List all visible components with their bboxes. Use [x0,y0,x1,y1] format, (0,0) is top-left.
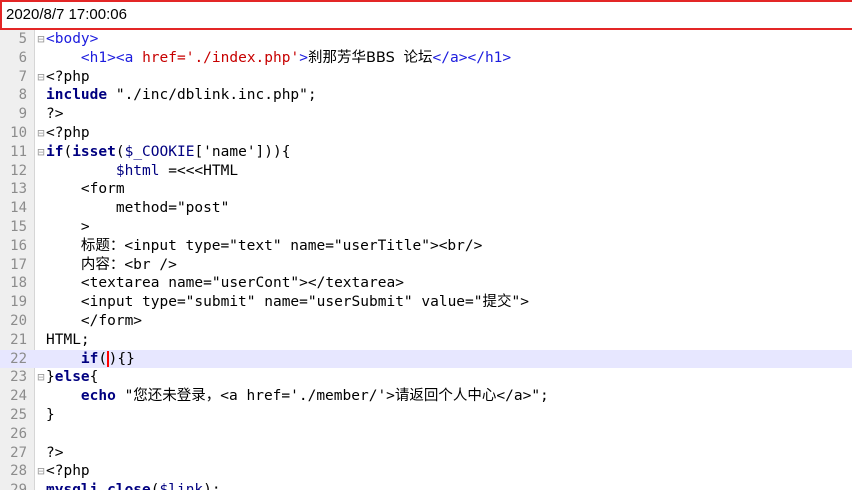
code-text[interactable]: ?> [46,444,63,463]
code-text[interactable]: method="post" [46,199,230,218]
code-text[interactable]: HTML; [46,331,90,350]
fold-marker-icon[interactable]: ⊟ [36,124,46,143]
code-line[interactable]: 11 ⊟ if(isset($_COOKIE['name'])){ [0,143,852,162]
code-line[interactable]: 15 > [0,218,852,237]
code-text[interactable]: <?php [46,462,90,481]
line-number: 5 [18,31,27,47]
code-line[interactable]: 27 ?> [0,444,852,463]
code-line[interactable]: 7 ⊟ <?php [0,68,852,87]
code-text[interactable]: if(){} [46,350,135,369]
line-number: 16 [10,237,27,254]
fold-marker-icon[interactable]: ⊟ [36,143,46,162]
line-number: 27 [10,444,27,461]
code-text[interactable]: <h1><a href='./index.php'>刹那芳华BBS 论坛</a>… [46,49,511,68]
datetime-title-bar: 2020/8/7 17:00:06 [0,0,852,30]
fold-marker-icon[interactable]: ⊟ [36,368,46,387]
code-text[interactable]: <textarea name="userCont"></textarea> [46,274,404,293]
line-number: 24 [10,388,27,405]
code-editor[interactable]: 5 ⊟ <body> 6 <h1><a href='./index.php'>刹那芳华… [0,30,852,490]
code-line[interactable]: 24 echo "您还未登录，<a href='./member/'>请返回个人… [0,387,852,406]
code-line[interactable]: 22 if(){} [0,349,852,369]
line-number: 21 [10,331,27,348]
line-number: 29 [0,481,27,490]
line-number: 9 [18,106,27,123]
code-line[interactable]: 25} [0,406,852,425]
code-line[interactable]: 5 ⊟ <body> [0,30,852,49]
fold-marker-icon[interactable]: ⊟ [36,462,46,481]
code-text[interactable]: <input type="submit" name="userSubmit" v… [46,293,529,312]
line-number: 22 [10,350,27,367]
code-line[interactable]: 17 内容：<br /> [0,256,852,275]
code-text[interactable]: $html =<<<HTML [46,162,238,181]
code-line[interactable]: 21 HTML; [0,331,852,350]
line-number: 25 [10,407,27,423]
line-number: 6 [18,49,27,66]
code-text[interactable]: > [46,218,90,237]
code-text[interactable]: </form> [46,312,142,331]
code-text[interactable]: } [46,406,55,425]
code-text[interactable]: <body> [46,30,98,49]
line-number: 20 [10,313,27,329]
code-text[interactable]: include "./inc/dblink.inc.php"; [46,86,317,105]
code-text[interactable]: ?> [46,105,63,124]
line-number: 7 [18,68,27,85]
fold-marker-icon[interactable]: ⊟ [36,68,46,87]
code-line[interactable]: 26 [0,425,852,444]
code-text[interactable]: }else{ [46,368,98,387]
line-number: 26 [10,425,27,442]
code-line[interactable]: 6 <h1><a href='./index.php'>刹那芳华BBS 论坛</… [0,49,852,68]
code-line[interactable]: 8 include "./inc/dblink.inc.php"; [0,86,852,105]
line-number: 14 [10,200,27,217]
fold-marker-icon[interactable]: ⊟ [36,30,46,49]
code-line[interactable]: 29 mysqli_close($link); [0,481,852,490]
line-number: 28 [10,463,27,480]
line-number: 17 [10,256,27,273]
line-number: 11 [10,143,27,160]
code-text[interactable]: 内容：<br /> [46,256,177,275]
line-number: 13 [10,181,27,198]
text-caret [107,350,109,367]
line-number: 15 [10,219,27,235]
code-line[interactable]: 10 ⊟ <?php [0,124,852,143]
code-text[interactable]: <form [46,180,125,199]
code-line[interactable]: 19 <input type="submit" name="userSubmit… [0,293,852,312]
code-line[interactable]: 9 ?> [0,105,852,124]
line-number: 12 [10,162,27,179]
code-line[interactable]: 14 method="post" [0,199,852,218]
code-line[interactable]: 23 ⊟}else{ [0,368,852,387]
code-text[interactable]: mysqli_close($link); [46,481,221,490]
code-text[interactable]: <?php [46,124,90,143]
code-line[interactable]: 28 ⊟ <?php [0,462,852,481]
code-text[interactable]: 标题：<input type="text" name="userTitle"><… [46,237,482,256]
line-number: 19 [10,294,27,311]
code-line[interactable]: 13 <form [0,180,852,199]
code-line[interactable]: 12 $html =<<<HTML [0,162,852,181]
code-line[interactable]: 18 <textarea name="userCont"></textarea> [0,274,852,293]
code-text[interactable]: echo "您还未登录，<a href='./member/'>请返回个人中心<… [46,387,549,406]
code-line[interactable]: 16 标题：<input type="text" name="userTitle… [0,237,852,256]
datetime-text: 2020/8/7 17:00:06 [6,6,127,23]
code-text[interactable]: <?php [46,68,90,87]
line-number: 23 [10,369,27,386]
line-number: 18 [10,275,27,292]
line-number: 10 [10,125,27,141]
code-text[interactable]: if(isset($_COOKIE['name'])){ [46,143,290,162]
line-number: 8 [18,87,27,104]
code-line[interactable]: 20 </form> [0,312,852,331]
